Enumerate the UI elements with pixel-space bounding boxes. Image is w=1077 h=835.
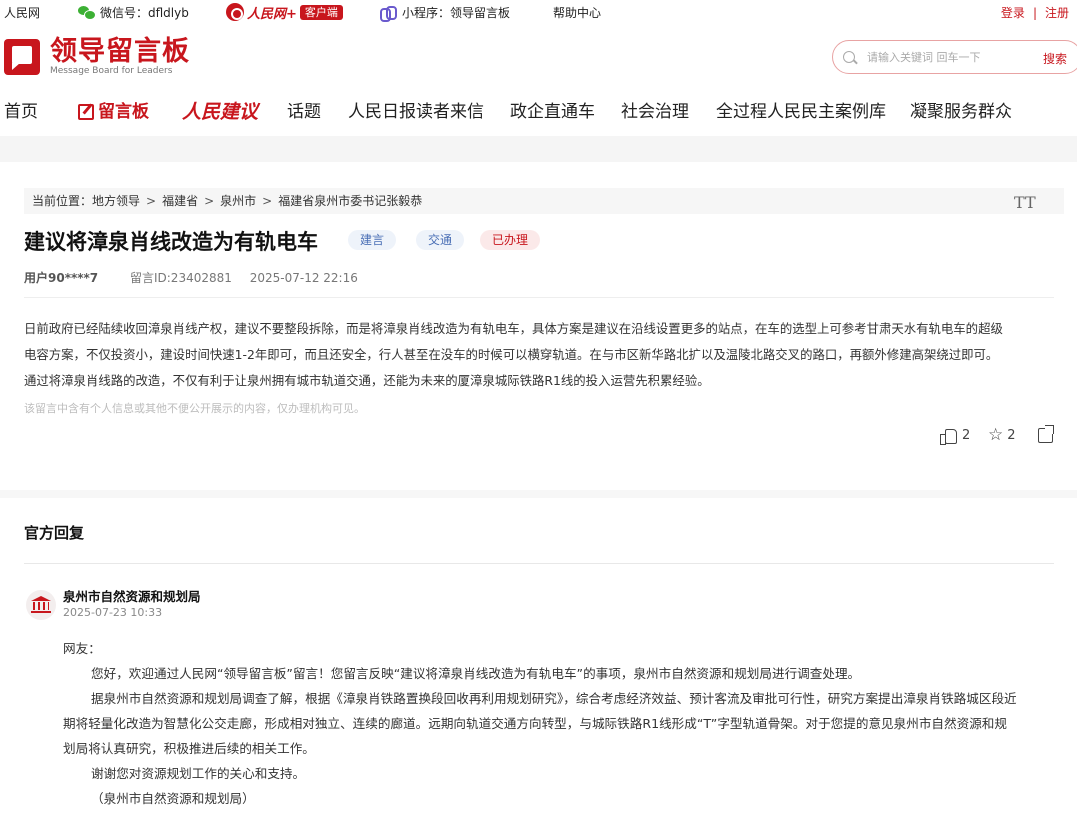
reply-org-name: 泉州市自然资源和规划局 — [63, 589, 201, 604]
reply-paragraph-line: 划局将认真研究，积极推进后续的相关工作。 — [63, 741, 315, 756]
edit-icon — [78, 104, 94, 120]
wechat-label: 微信号：dfldlyb — [100, 6, 189, 20]
divider — [24, 297, 1054, 298]
help-center-link[interactable]: 帮助中心 — [553, 4, 601, 21]
nav-enterprise-express[interactable]: 政企直通车 — [510, 98, 595, 126]
favorite-count: 2 — [1007, 428, 1016, 443]
section-separator-band — [0, 490, 1077, 498]
main-nav: 首页 留言板 人民建议 话题 人民日报读者来信 政企直通车 社会治理 全过程人民… — [0, 98, 1077, 126]
search-box: 搜索 — [832, 40, 1077, 74]
breadcrumb-sep: > — [146, 194, 157, 208]
message-body-line: 电容方案，不仅投资小，建设时间快速1-2年即可，而且还安全，行人甚至在没车的时候… — [24, 347, 999, 362]
message-body-line: 日前政府已经陆续收回漳泉肖线产权，建议不要整段拆除，而是将漳泉肖线改造为有轨电车… — [24, 321, 1003, 336]
auth-divider: | — [1032, 5, 1037, 20]
nav-democracy-cases[interactable]: 全过程人民民主案例库 — [716, 98, 886, 126]
top-utility-bar: 人民网 微信号：dfldlyb 人民网+ 客户端 小程序：领导留言板 帮助中心 … — [0, 0, 1077, 24]
nav-separator-band — [0, 136, 1077, 162]
logo-subtitle: Message Board for Leaders — [50, 66, 173, 76]
breadcrumb-sep: > — [262, 194, 273, 208]
message-title: 建议将漳泉肖线改造为有轨电车 — [24, 230, 318, 254]
nav-topics[interactable]: 话题 — [287, 98, 321, 126]
reply-paragraph-line: 期将轻量化改造为智慧化公交走廊，形成相对独立、连续的廊道。远期向轨道交通方向转型… — [63, 716, 1007, 731]
search-input[interactable] — [867, 50, 1027, 64]
nav-message-board[interactable]: 留言板 — [78, 98, 149, 126]
reply-greeting: 网友： — [63, 641, 101, 656]
site-link[interactable]: 人民网 — [4, 4, 40, 21]
government-building-icon — [26, 590, 56, 620]
wechat-icon — [78, 6, 96, 20]
client-name: 人民网+ — [247, 6, 297, 22]
share-icon — [1038, 425, 1054, 443]
message-body-line: 通过将漳泉肖线路的改造，不仅有利于让泉州拥有城市轨道交通，还能为未来的厦漳泉城际… — [24, 373, 710, 388]
client-tag: 客户端 — [299, 4, 343, 20]
site-logo[interactable]: 领导留言板 Message Board for Leaders — [4, 38, 190, 76]
wechat-account[interactable]: 微信号：dfldlyb — [78, 4, 189, 21]
divider — [24, 563, 1054, 564]
favorite-button[interactable]: ☆ 2 — [988, 425, 1016, 445]
message-id: 留言ID:23402881 — [129, 271, 232, 285]
logo-title: 领导留言板 — [50, 36, 190, 67]
nav-serve-people[interactable]: 凝聚服务群众 — [910, 98, 1012, 126]
message-body: 日前政府已经陆续收回漳泉肖线产权，建议不要整段拆除，而是将漳泉肖线改造为有轨电车… — [24, 316, 1060, 394]
privacy-notice: 该留言中含有个人信息或其他不便公开展示的内容，仅办理机构可见。 — [24, 402, 365, 415]
official-reply-heading: 官方回复 — [24, 524, 85, 542]
people-client-icon — [226, 3, 244, 21]
nav-board-label: 留言板 — [98, 102, 149, 122]
message-user: 用户90****7 — [24, 271, 99, 285]
status-badge: 已办理 — [480, 230, 541, 250]
search-icon — [843, 51, 855, 63]
nav-social-governance[interactable]: 社会治理 — [621, 98, 689, 126]
like-button[interactable]: 2 — [940, 428, 971, 445]
share-button[interactable] — [1038, 425, 1054, 443]
breadcrumb-city[interactable]: 泉州市 — [220, 194, 256, 208]
mini-program-link[interactable]: 小程序：领导留言板 — [380, 4, 511, 22]
breadcrumb-leader[interactable]: 福建省泉州市委书记张毅恭 — [278, 194, 422, 208]
auth-links: 登录 | 注册 — [1001, 4, 1069, 21]
breadcrumb-sep: > — [204, 194, 215, 208]
nav-reader-letters[interactable]: 人民日报读者来信 — [348, 98, 484, 126]
nav-home[interactable]: 首页 — [4, 98, 38, 126]
reply-paragraph: 您好，欢迎通过人民网“领导留言板”留言！您留言反映“建议将漳泉肖线改造为有轨电车… — [91, 666, 861, 681]
mini-program-label: 小程序：领导留言板 — [402, 6, 511, 20]
mini-program-icon — [380, 5, 397, 22]
tag-traffic[interactable]: 交通 — [416, 230, 465, 250]
reply-paragraph-line: 据泉州市自然资源和规划局调查了解，根据《漳泉肖铁路置换段回收再利用规划研究》，综… — [91, 691, 1017, 706]
star-icon: ☆ — [988, 425, 1004, 445]
like-count: 2 — [962, 428, 971, 443]
client-app-link[interactable]: 人民网+ 客户端 — [226, 3, 343, 22]
reply-signature: （泉州市自然资源和规划局） — [91, 791, 255, 806]
register-link[interactable]: 注册 — [1045, 4, 1069, 21]
reply-time: 2025-07-23 10:33 — [63, 606, 163, 619]
reply-body: 网友： 您好，欢迎通过人民网“领导留言板”留言！您留言反映“建议将漳泉肖线改造为… — [63, 636, 1059, 811]
breadcrumb: 当前位置：地方领导 > 福建省 > 泉州市 > 福建省泉州市委书记张毅恭 — [24, 188, 1064, 214]
reply-thanks: 谢谢您对资源规划工作的关心和支持。 — [91, 766, 306, 781]
nav-people-suggestion[interactable]: 人民建议 — [182, 98, 258, 126]
login-link[interactable]: 登录 — [1001, 4, 1025, 21]
font-size-icon[interactable]: TT — [1014, 193, 1036, 212]
tag-suggestion[interactable]: 建言 — [348, 230, 397, 250]
breadcrumb-prefix[interactable]: 当前位置：地方领导 — [32, 194, 140, 208]
message-date: 2025-07-12 22:16 — [249, 271, 358, 285]
search-button[interactable]: 搜索 — [1043, 50, 1067, 67]
breadcrumb-province[interactable]: 福建省 — [162, 194, 198, 208]
thumbs-up-icon — [940, 428, 957, 445]
message-meta: 用户90****7 留言ID:23402881 2025-07-12 22:16 — [24, 269, 358, 286]
message-board-logo-icon — [4, 39, 40, 75]
